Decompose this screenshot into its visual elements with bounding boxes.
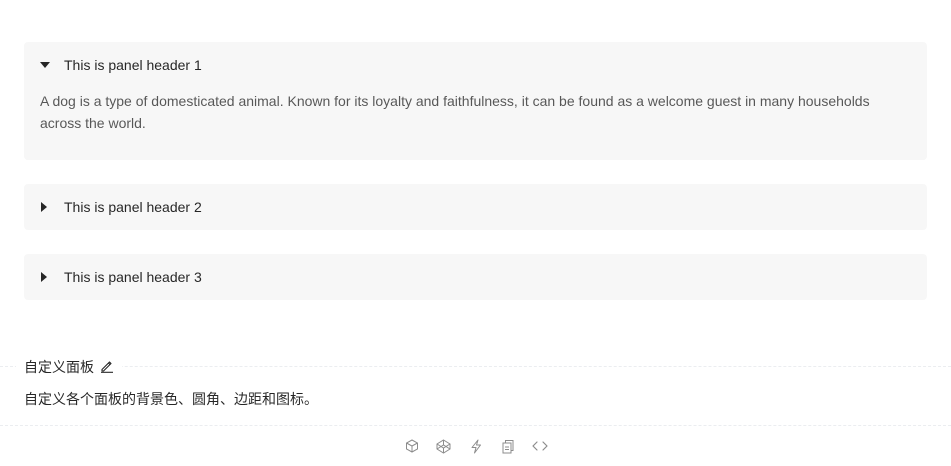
code-actions (0, 436, 951, 456)
copy-icon[interactable] (499, 437, 517, 455)
code-expand-icon[interactable] (531, 437, 549, 455)
caret-right-icon (40, 271, 64, 283)
caret-down-icon (40, 59, 64, 71)
edit-icon[interactable] (100, 359, 114, 376)
demo-title-text: 自定义面板 (24, 359, 94, 375)
collapse-panel-1: This is panel header 1 A dog is a type o… (24, 42, 927, 160)
demo-title: 自定义面板 (16, 357, 122, 377)
panel-header-label: This is panel header 2 (64, 199, 202, 215)
panel-header-1[interactable]: This is panel header 1 (24, 42, 927, 88)
caret-right-icon (40, 201, 64, 213)
collapse-panel-2: This is panel header 2 (24, 184, 927, 230)
thunderbolt-icon[interactable] (467, 437, 485, 455)
panel-content-1: A dog is a type of domesticated animal. … (24, 88, 927, 160)
panel-header-label: This is panel header 3 (64, 269, 202, 285)
panel-header-label: This is panel header 1 (64, 57, 202, 73)
collapse: This is panel header 1 A dog is a type o… (24, 42, 927, 300)
codepen-icon[interactable] (435, 437, 453, 455)
panel-content-text: A dog is a type of domesticated animal. … (40, 93, 870, 131)
panel-header-3[interactable]: This is panel header 3 (24, 254, 927, 300)
actions-divider (0, 425, 951, 426)
panel-header-2[interactable]: This is panel header 2 (24, 184, 927, 230)
codesandbox-icon[interactable] (403, 437, 421, 455)
demo-description: 自定义各个面板的背景色、圆角、边距和图标。 (24, 391, 318, 407)
collapse-panel-3: This is panel header 3 (24, 254, 927, 300)
meta-divider (0, 366, 951, 367)
